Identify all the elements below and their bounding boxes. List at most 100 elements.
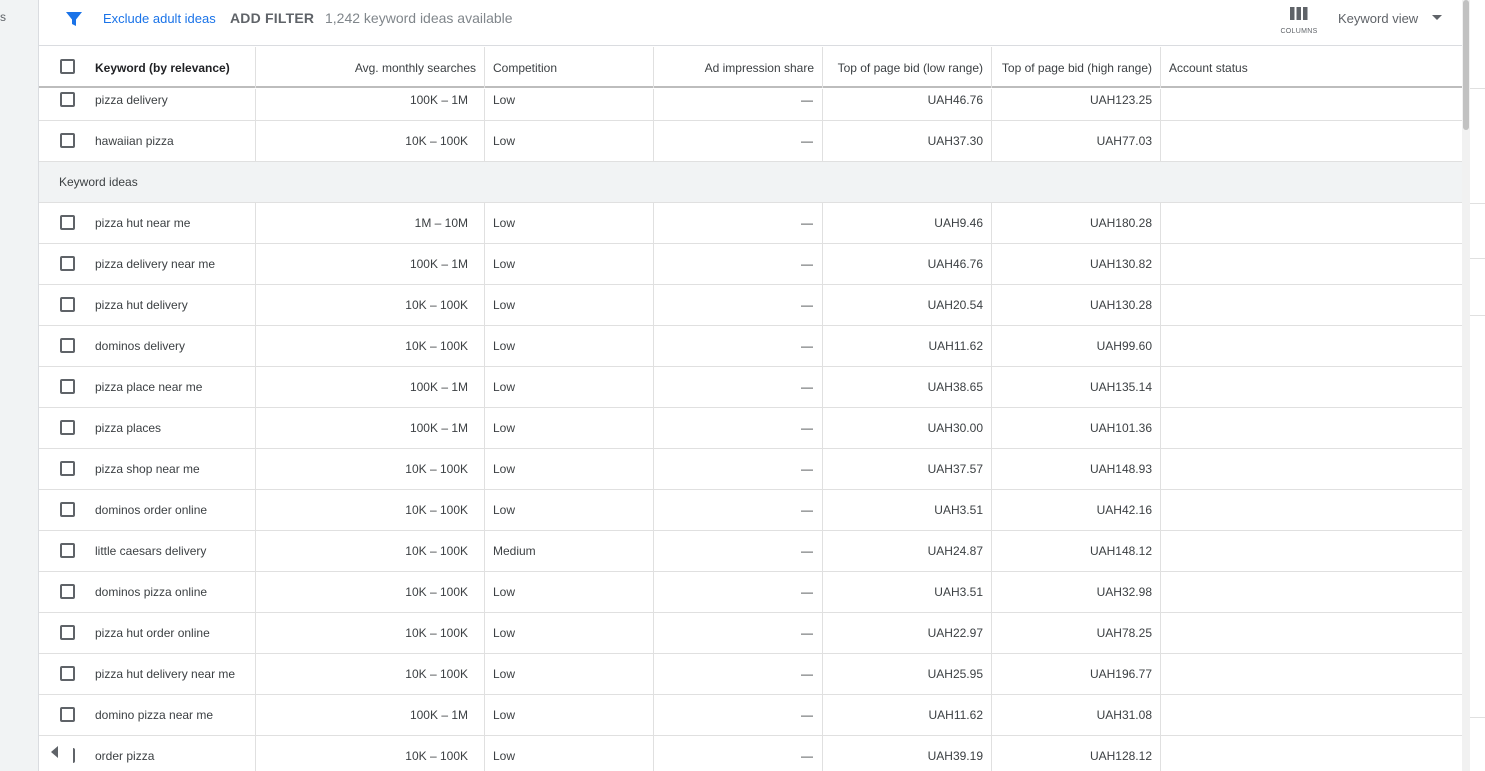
- competition-cell: Low: [493, 216, 516, 230]
- column-divider: [484, 47, 485, 88]
- table-row[interactable]: dominos order online 10K – 100K Low — UAH3.5…: [39, 490, 1462, 531]
- rail-divider: [1470, 88, 1485, 89]
- table-row[interactable]: pizza places 100K – 1M Low — UAH30.00 UAH101.…: [39, 408, 1462, 449]
- bid-low-cell: UAH39.19: [927, 749, 983, 763]
- column-header-account-status[interactable]: Account status: [1169, 47, 1369, 88]
- competition-cell: Low: [493, 708, 516, 722]
- impression-share-cell: —: [801, 462, 813, 476]
- bid-high-cell: UAH78.25: [1096, 626, 1152, 640]
- row-checkbox[interactable]: [60, 215, 75, 230]
- searches-cell: 100K – 1M: [409, 380, 468, 394]
- row-checkbox[interactable]: [60, 297, 75, 312]
- column-divider: [653, 89, 654, 162]
- table-row[interactable]: pizza hut delivery near me 10K – 100K Low —…: [39, 654, 1462, 695]
- column-divider: [991, 89, 992, 162]
- keyword-ideas-panel: Exclude adult ideas ADD FILTER 1,242 key…: [39, 0, 1462, 771]
- exclude-adult-ideas-link[interactable]: Exclude adult ideas: [103, 11, 216, 26]
- table-header: Keyword (by relevance) Avg. monthly sear…: [39, 47, 1462, 88]
- table-row[interactable]: pizza hut delivery 10K – 100K Low — UAH20.54…: [39, 285, 1462, 326]
- row-checkbox[interactable]: [60, 543, 75, 558]
- column-header-competition[interactable]: Competition: [493, 47, 653, 88]
- competition-cell: Medium: [493, 544, 536, 558]
- keyword-cell: dominos order online: [95, 503, 208, 517]
- column-header-ad-impression-share[interactable]: Ad impression share: [653, 47, 814, 88]
- bid-low-cell: UAH30.00: [927, 421, 983, 435]
- searches-cell: 100K – 1M: [409, 421, 468, 435]
- scroll-left-button[interactable]: [39, 736, 73, 771]
- competition-cell: Low: [493, 257, 516, 271]
- bid-low-cell: UAH46.76: [927, 257, 983, 271]
- row-checkbox[interactable]: [60, 625, 75, 640]
- columns-icon: [1290, 7, 1308, 20]
- table-row[interactable]: order pizza 10K – 100K Low — UAH39.19 UAH128.…: [39, 736, 1462, 771]
- row-checkbox[interactable]: [60, 256, 75, 271]
- keyword-cell: pizza hut delivery near me: [95, 667, 236, 681]
- keyword-cell: pizza delivery: [95, 93, 168, 107]
- row-checkbox[interactable]: [60, 461, 75, 476]
- searches-cell: 10K – 100K: [405, 749, 468, 763]
- table-row[interactable]: pizza hut near me 1M – 10M Low — UAH9.46 UAH1…: [39, 203, 1462, 244]
- table-row[interactable]: pizza place near me 100K – 1M Low — UAH38.65…: [39, 367, 1462, 408]
- searches-cell: 10K – 100K: [405, 544, 468, 558]
- table-row[interactable]: little caesars delivery 10K – 100K Medium —…: [39, 531, 1462, 572]
- columns-button[interactable]: COLUMNS: [1279, 4, 1319, 40]
- bid-high-cell: UAH130.82: [1089, 257, 1152, 271]
- column-divider: [255, 89, 256, 162]
- searches-cell: 100K – 1M: [409, 708, 468, 722]
- left-rail: s: [0, 0, 39, 771]
- bid-low-cell: UAH37.30: [927, 134, 983, 148]
- column-divider: [255, 47, 256, 88]
- column-header-bid-high[interactable]: Top of page bid (high range): [991, 47, 1152, 88]
- bid-high-cell: UAH31.08: [1096, 708, 1152, 722]
- row-checkbox[interactable]: [60, 502, 75, 517]
- row-checkbox[interactable]: [60, 666, 75, 681]
- impression-share-cell: —: [801, 503, 813, 517]
- table-row[interactable]: pizza delivery 100K – 1M Low — UAH46.76 …: [39, 89, 1462, 121]
- filter-funnel-icon[interactable]: [65, 10, 83, 28]
- row-checkbox[interactable]: [60, 133, 75, 148]
- competition-cell: Low: [493, 134, 516, 148]
- column-header-bid-low[interactable]: Top of page bid (low range): [822, 47, 983, 88]
- bid-low-cell: UAH9.46: [934, 216, 983, 230]
- keyword-view-dropdown[interactable]: Keyword view: [1338, 11, 1418, 26]
- bid-high-cell: UAH99.60: [1096, 339, 1152, 353]
- row-checkbox[interactable]: [60, 338, 75, 353]
- column-header-avg-monthly-searches[interactable]: Avg. monthly searches: [255, 47, 476, 88]
- table-row[interactable]: pizza hut order online 10K – 100K Low — UAH2…: [39, 613, 1462, 654]
- impression-share-cell: —: [801, 749, 813, 763]
- searches-cell: 10K – 100K: [405, 462, 468, 476]
- row-checkbox[interactable]: [60, 92, 75, 107]
- scrollbar-thumb[interactable]: [1463, 0, 1469, 130]
- column-header-keyword[interactable]: Keyword (by relevance): [95, 47, 255, 88]
- table-row[interactable]: pizza shop near me 10K – 100K Low — UAH37.57…: [39, 449, 1462, 490]
- row-checkbox[interactable]: [60, 707, 75, 722]
- section-header-keyword-ideas: Keyword ideas: [39, 162, 1462, 203]
- keyword-cell: pizza hut near me: [95, 216, 191, 230]
- vertical-scrollbar[interactable]: [1462, 0, 1470, 771]
- keyword-cell: pizza delivery near me: [95, 257, 216, 271]
- row-checkbox[interactable]: [60, 420, 75, 435]
- competition-cell: Low: [493, 421, 516, 435]
- impression-share-cell: —: [801, 257, 813, 271]
- column-divider: [653, 203, 654, 771]
- impression-share-cell: —: [801, 667, 813, 681]
- column-divider: [1160, 47, 1161, 88]
- table-row[interactable]: dominos delivery 10K – 100K Low — UAH11.62 UA…: [39, 326, 1462, 367]
- table-row[interactable]: dominos pizza online 10K – 100K Low — UAH3.5…: [39, 572, 1462, 613]
- chevron-down-icon[interactable]: [1432, 15, 1442, 20]
- add-filter-button[interactable]: ADD FILTER: [230, 10, 314, 26]
- table-row[interactable]: pizza delivery near me 100K – 1M Low — UAH46…: [39, 244, 1462, 285]
- searches-cell: 10K – 100K: [405, 585, 468, 599]
- column-divider: [822, 203, 823, 771]
- table-row[interactable]: domino pizza near me 100K – 1M Low — UAH11.6…: [39, 695, 1462, 736]
- competition-cell: Low: [493, 339, 516, 353]
- table-row[interactable]: hawaiian pizza 10K – 100K Low — UAH37.30…: [39, 121, 1462, 162]
- row-checkbox[interactable]: [60, 379, 75, 394]
- column-divider: [653, 47, 654, 88]
- keyword-cell: pizza shop near me: [95, 462, 200, 476]
- row-checkbox[interactable]: [60, 584, 75, 599]
- competition-cell: Low: [493, 749, 516, 763]
- rail-divider: [1470, 258, 1485, 259]
- select-all-checkbox[interactable]: [60, 59, 75, 74]
- column-divider: [484, 89, 485, 162]
